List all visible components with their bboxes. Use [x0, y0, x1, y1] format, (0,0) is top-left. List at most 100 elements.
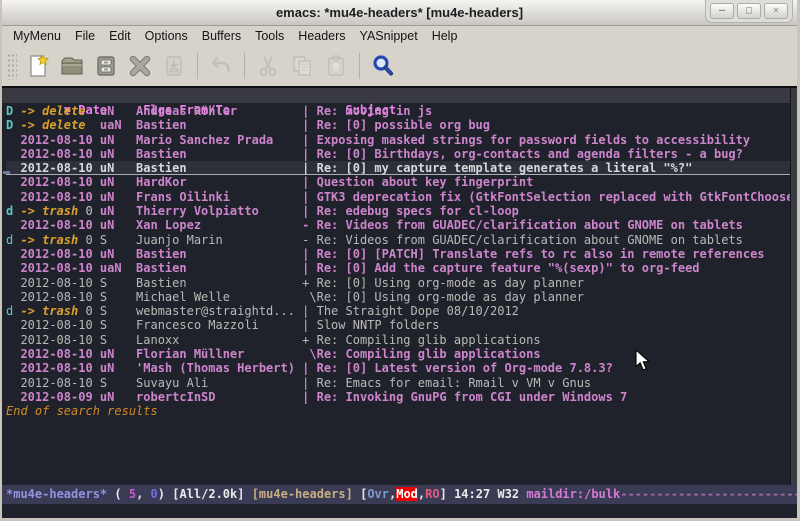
close-button[interactable]: ✕ — [764, 3, 788, 19]
message-row[interactable]: 2012-08-10uNXan Lopez-Re: Videos from GU… — [6, 218, 792, 232]
menu-item-file[interactable]: File — [68, 27, 102, 45]
from: Mario Sanchez Prada — [136, 133, 302, 147]
message-row[interactable]: 2012-08-10uNMario Sanchez Prada|Exposing… — [6, 133, 792, 147]
thread-prefix: | — [302, 247, 316, 261]
minimize-button[interactable]: – — [710, 3, 734, 19]
echo-area[interactable] — [2, 504, 797, 518]
flags: S — [100, 290, 136, 304]
flags: S — [100, 376, 136, 390]
toolbar-separator — [197, 53, 198, 79]
cut-button[interactable] — [251, 50, 285, 82]
flags: uaN — [100, 118, 136, 132]
subject: Re: [0] possible org bug — [317, 118, 490, 132]
toolbar-grip-handle[interactable] — [6, 52, 17, 80]
thread-prefix: | — [302, 133, 316, 147]
date-or-action: 2012-08-09 — [20, 390, 99, 404]
from: Bastien — [136, 247, 302, 261]
from: Bastien — [136, 161, 302, 175]
menu-item-headers[interactable]: Headers — [291, 27, 352, 45]
new-file-button[interactable] — [21, 50, 55, 82]
message-row[interactable]: 2012-08-10SFrancesco Mazzoli|Slow NNTP f… — [6, 318, 792, 332]
thread-prefix: | — [302, 118, 316, 132]
menu-item-options[interactable]: Options — [138, 27, 195, 45]
menu-item-mymenu[interactable]: MyMenu — [6, 27, 68, 45]
search-button[interactable] — [366, 50, 400, 82]
modeline-plain: 14:27 W32 — [454, 487, 526, 501]
date-or-action: 2012-08-10 — [20, 276, 99, 290]
subject: Re: [0] Birthdays, org-contacts and agen… — [317, 147, 743, 161]
from: Bastien — [136, 261, 302, 275]
message-list: D-> deleteuNAndreas Röhler|Re: moving in… — [2, 103, 797, 404]
modeline-plain: ( — [107, 487, 129, 501]
close-x-icon — [127, 53, 153, 79]
thread-prefix: | — [302, 318, 316, 332]
save-icon — [93, 53, 119, 79]
subject: Re: Invoking GnuPG from CGI under Window… — [317, 390, 628, 404]
title-bar[interactable]: emacs: *mu4e-headers* [mu4e-headers] – □… — [2, 0, 797, 26]
flags: S — [100, 276, 136, 290]
message-row[interactable]: 2012-08-10uaNBastien|Re: [0] Add the cap… — [6, 261, 792, 275]
flags: uN — [100, 104, 136, 118]
thread-prefix: | — [302, 104, 316, 118]
new-file-icon — [25, 53, 51, 79]
delete-button[interactable] — [123, 50, 157, 82]
message-row[interactable]: 2012-08-10SMichael Welle \Re: [0] Using … — [6, 290, 792, 304]
menu-bar: MyMenuFileEditOptionsBuffersToolsHeaders… — [2, 26, 797, 45]
date-or-action: 2012-08-10 — [20, 133, 99, 147]
scissors-icon — [255, 53, 281, 79]
save-as-button[interactable] — [157, 50, 191, 82]
menu-item-help[interactable]: Help — [425, 27, 465, 45]
message-row[interactable]: 2012-08-10uNFrans Oilinki|GTK3 deprecati… — [6, 190, 792, 204]
menu-item-buffers[interactable]: Buffers — [195, 27, 248, 45]
modeline-plain: , — [136, 487, 150, 501]
modeline-ro: RO — [425, 487, 439, 501]
mode-line: *mu4e-headers* ( 5, 0) [All/2.0k] [mu4e-… — [2, 485, 797, 504]
thread-prefix: | — [302, 161, 316, 175]
message-row[interactable]: 2012-08-10uN'Mash (Thomas Herbert)|Re: [… — [6, 361, 792, 375]
flags: uN — [100, 161, 136, 175]
subject: Re: Compiling glib applications — [317, 347, 541, 361]
message-row[interactable]: D-> deleteuaNBastien|Re: [0] possible or… — [6, 118, 792, 132]
message-row[interactable]: 2012-08-10uNFlorian Müllner \Re: Compili… — [6, 347, 792, 361]
message-row[interactable]: 2012-08-10uNHardKor|Question about key f… — [6, 175, 792, 189]
message-row[interactable]: d-> trash 0Swebmaster@straightd...|The S… — [6, 304, 792, 318]
thread-prefix: | — [302, 147, 316, 161]
open-file-button[interactable] — [55, 50, 89, 82]
clipboard-icon — [323, 53, 349, 79]
copy-button[interactable] — [285, 50, 319, 82]
message-row[interactable]: 2012-08-09uNrobertcInSD|Re: Invoking Gnu… — [6, 390, 792, 404]
message-row[interactable]: 2012-08-10uNBastien|Re: [0] [PATCH] Tran… — [6, 247, 792, 261]
vertical-scrollbar[interactable] — [790, 88, 797, 485]
save-button[interactable] — [89, 50, 123, 82]
thread-prefix: | — [302, 376, 316, 390]
subject: Re: [0] [PATCH] Translate refs to rc als… — [317, 247, 765, 261]
date-or-action: 2012-08-10 — [20, 376, 99, 390]
message-row[interactable]: 2012-08-10SBastien+Re: [0] Using org-mod… — [6, 276, 792, 290]
subject: Exposing masked strings for password fie… — [317, 133, 750, 147]
message-row[interactable]: 2012-08-10SSuvayu Ali|Re: Emacs for emai… — [6, 376, 792, 390]
from: Thierry Volpiatto — [136, 204, 302, 218]
from: 'Mash (Thomas Herbert) — [136, 361, 302, 375]
mu4e-headers-buffer: ▼ DateFlgsFrom/ToSubject D-> deleteuNAnd… — [2, 86, 797, 518]
menu-item-tools[interactable]: Tools — [248, 27, 291, 45]
modeline-num-magenta: 5 — [129, 487, 136, 501]
flags: uN — [100, 175, 136, 189]
subject: Re: [0] Using org-mode as day planner — [317, 276, 584, 290]
message-row[interactable]: 2012-08-10uNBastien|Re: [0] Birthdays, o… — [6, 147, 792, 161]
modeline-folder: [mu4e-headers] — [252, 487, 360, 501]
subject: GTK3 deprecation fix (GtkFontSelection r… — [317, 190, 797, 204]
menu-item-edit[interactable]: Edit — [102, 27, 138, 45]
message-row[interactable]: D-> deleteuNAndreas Röhler|Re: moving in… — [6, 104, 792, 118]
message-row[interactable]: 2012-08-10uNBastien|Re: [0] my capture t… — [6, 161, 792, 175]
maximize-button[interactable]: □ — [737, 3, 761, 19]
flags: uN — [100, 204, 136, 218]
date-or-action: 2012-08-10 — [20, 261, 99, 275]
message-row[interactable]: 2012-08-10SLanoxx+Re: Compiling glib app… — [6, 333, 792, 347]
paste-button[interactable] — [319, 50, 353, 82]
undo-button[interactable] — [204, 50, 238, 82]
message-row[interactable]: d-> trash 0SJuanjo Marin-Re: Videos from… — [6, 233, 792, 247]
thread-prefix: \ — [302, 290, 316, 304]
message-row[interactable]: d-> trash 0uNThierry Volpiatto|Re: edebu… — [6, 204, 792, 218]
from: Bastien — [136, 147, 302, 161]
menu-item-yasnippet[interactable]: YASnippet — [353, 27, 425, 45]
